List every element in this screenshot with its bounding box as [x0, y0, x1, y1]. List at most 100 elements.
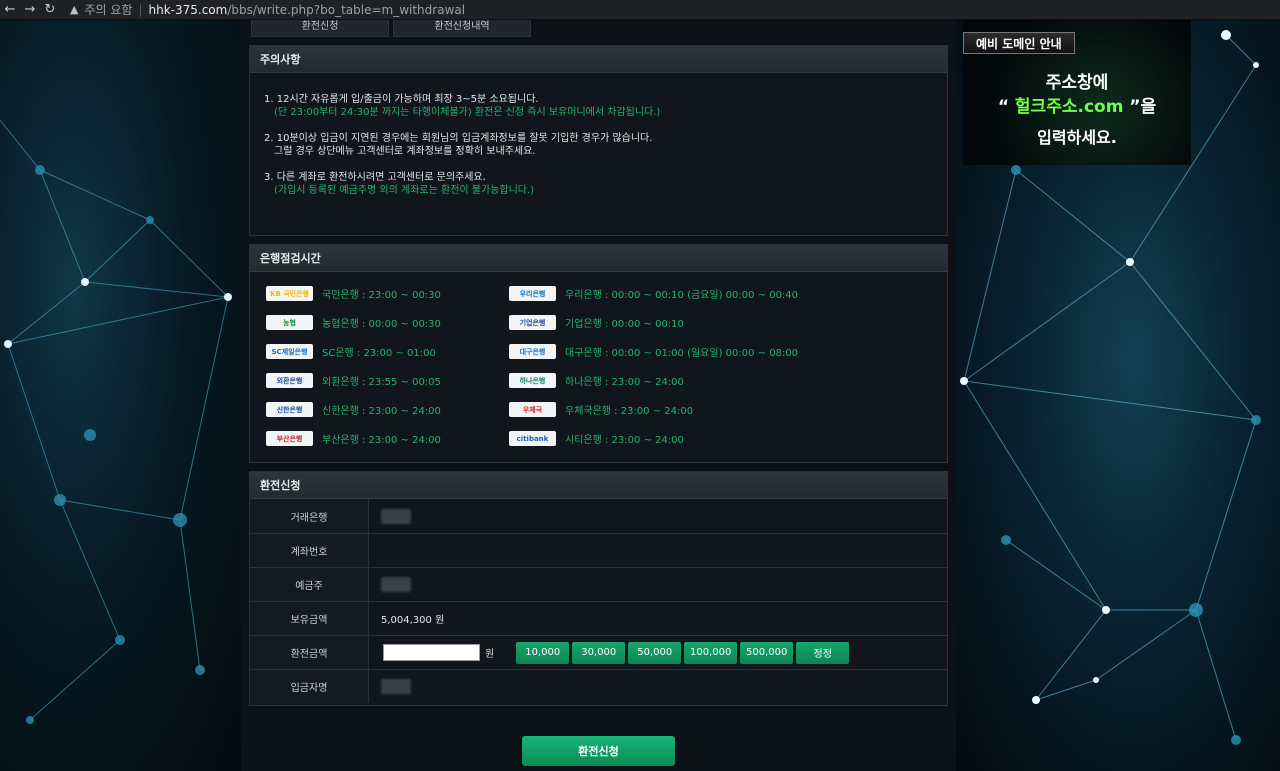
bank-hours: 하나은행 : 23:00 ~ 24:00 [565, 377, 684, 388]
bank-logo-icon: 농협 [266, 315, 313, 330]
form-row-depositor: 입금자명 [250, 669, 947, 703]
bank-row: 부산은행 부산은행 : 23:00 ~ 24:00 [266, 431, 441, 446]
bank-row: citibank 시티은행 : 23:00 ~ 24:00 [509, 431, 684, 446]
bank-logo-icon: 기업은행 [509, 315, 556, 330]
won-unit: 원 [485, 649, 495, 660]
form-row-holder: 예금주 [250, 567, 947, 601]
bank-logo-icon: 대구은행 [509, 344, 556, 359]
address-separator: | [138, 2, 143, 17]
bank-hours: 대구은행 : 00:00 ~ 01:00 (일요일) 00:00 ~ 08:00 [565, 348, 799, 359]
bank-hours: 부산은행 : 23:00 ~ 24:00 [322, 435, 441, 446]
banner-line-3: 입력하세요. [1037, 128, 1117, 147]
form-row-balance: 보유금액 5,004,300 원 [250, 601, 947, 635]
bank-row: 기업은행 기업은행 : 00:00 ~ 00:10 [509, 315, 684, 330]
banner-line-2: “ 헐크주소.com ”을 [963, 92, 1191, 117]
bank-logo-icon: SC제일은행 [266, 344, 313, 359]
masked-holder-name [381, 577, 411, 592]
bank-hours: 우리은행 : 00:00 ~ 00:10 (금요일) 00:00 ~ 00:40 [565, 290, 799, 301]
form-row-bank: 거래은행 [250, 499, 947, 533]
notice-item: 3. 다른 계좌로 환전하시려면 고객센터로 문의주세요. (가입시 등록된 예… [264, 171, 947, 197]
url-field[interactable]: hhk-375.com/bbs/write.php?bo_table=m_wit… [149, 3, 466, 17]
masked-bank-name [381, 508, 411, 524]
bank-logo-icon: 하나은행 [509, 373, 556, 388]
back-arrow-icon[interactable]: ← [0, 2, 20, 17]
banner-quote-open: “ [997, 97, 1015, 117]
tab-withdraw-history[interactable]: 환전신청내역 [393, 20, 531, 37]
reload-icon[interactable]: ↻ [40, 2, 60, 17]
banner-tag: 예비 도메인 안내 [963, 32, 1075, 54]
security-indicator[interactable]: ▲ 주의 요함 [70, 1, 132, 18]
notice-body: 1. 12시간 자유롭게 입/출금이 가능하며 최장 3~5분 소요됩니다. (… [250, 73, 947, 197]
masked-depositor-name [381, 679, 411, 694]
bank-logo-icon: 부산은행 [266, 431, 313, 446]
bank-row: 신한은행 신한은행 : 23:00 ~ 24:00 [266, 402, 441, 417]
notice-line: 2. 10분이상 입금이 지연된 경우에는 회원님의 입금계좌정보를 잘못 기입… [264, 133, 653, 144]
warning-icon: ▲ [70, 3, 79, 16]
domain-notice-banner[interactable]: 예비 도메인 안내 주소창에 “ 헐크주소.com ”을 입력하세요. [963, 20, 1191, 165]
url-path: /bbs/write.php?bo_table=m_withdrawal [227, 2, 466, 17]
amount-500000-button[interactable]: 500,000 [740, 641, 794, 664]
form-row-account: 계좌번호 [250, 533, 947, 567]
notice-sub: (가입시 등록된 예금주명 외의 계좌로는 환전이 불가능합니다.) [274, 185, 535, 196]
forward-arrow-icon[interactable]: → [20, 2, 40, 17]
balance-value: 5,004,300 원 [381, 615, 445, 626]
label-balance: 보유금액 [250, 602, 369, 635]
bank-logo-icon: 신한은행 [266, 402, 313, 417]
amount-reset-button[interactable]: 정정 [796, 641, 850, 664]
notice-line: 3. 다른 계좌로 환전하시려면 고객센터로 문의주세요. [264, 172, 486, 183]
browser-address-bar: ← → ↻ ▲ 주의 요함 | hhk-375.com/bbs/write.ph… [0, 0, 1280, 20]
bank-logo-icon: KB 국민은행 [266, 286, 313, 301]
value-holder [369, 568, 947, 601]
url-domain: hhk-375.com [148, 2, 228, 17]
tab-withdraw-request[interactable]: 환전신청 [251, 20, 389, 37]
bank-hours: SC은행 : 23:00 ~ 01:00 [322, 348, 436, 359]
value-depositor [369, 670, 947, 703]
bank-hours: 기업은행 : 00:00 ~ 00:10 [565, 319, 684, 330]
notice-item: 2. 10분이상 입금이 지연된 경우에는 회원님의 입금계좌정보를 잘못 기입… [264, 132, 947, 158]
amount-50000-button[interactable]: 50,000 [628, 641, 682, 664]
notice-panel: 주의사항 1. 12시간 자유롭게 입/출금이 가능하며 최장 3~5분 소요됩… [249, 45, 948, 236]
bank-hours: 농협은행 : 00:00 ~ 00:30 [322, 319, 441, 330]
submit-withdraw-button[interactable]: 환전신청 [522, 736, 675, 766]
bank-hours: 우체국은행 : 23:00 ~ 24:00 [565, 406, 694, 417]
amount-30000-button[interactable]: 30,000 [572, 641, 626, 664]
amount-100000-button[interactable]: 100,000 [684, 641, 738, 664]
banner-line-1: 주소창에 [1045, 73, 1109, 93]
value-account [369, 534, 947, 567]
label-account: 계좌번호 [250, 534, 369, 567]
notice-item: 1. 12시간 자유롭게 입/출금이 가능하며 최장 3~5분 소요됩니다. (… [264, 93, 947, 119]
banner-quote-close: ”을 [1123, 97, 1157, 117]
value-bank [369, 499, 947, 533]
notice-line-2: 그럴 경우 상단메뉴 고객센터로 계좌정보를 정확히 보내주세요. [274, 146, 536, 157]
amount-10000-button[interactable]: 10,000 [516, 641, 570, 664]
bank-row: 우리은행 우리은행 : 00:00 ~ 00:10 (금요일) 00:00 ~ 0… [509, 286, 798, 301]
bank-row: 농협 농협은행 : 00:00 ~ 00:30 [266, 315, 441, 330]
notice-line: 1. 12시간 자유롭게 입/출금이 가능하며 최장 3~5분 소요됩니다. [264, 94, 539, 105]
amount-input[interactable] [383, 644, 480, 661]
label-depositor: 입금자명 [250, 670, 369, 703]
bank-hours: 국민은행 : 23:00 ~ 00:30 [322, 290, 441, 301]
bank-logo-icon: citibank [509, 431, 556, 446]
form-row-amount: 환전금액 원 10,000 30,000 50,000 100,000 500,… [250, 635, 947, 669]
bank-row: 외환은행 외환은행 : 23:55 ~ 00:05 [266, 373, 441, 388]
bank-hours: 시티은행 : 23:00 ~ 24:00 [565, 435, 684, 446]
withdraw-form: 거래은행 계좌번호 예금주 보유금액 5,004,300 원 환전금액 원 10… [250, 499, 947, 703]
bank-row: SC제일은행 SC은행 : 23:00 ~ 01:00 [266, 344, 436, 359]
notice-sub: (단 23:00부터 24:30분 까지는 타행이체불가) 환전은 신청 즉시 … [274, 107, 661, 118]
bank-row: 대구은행 대구은행 : 00:00 ~ 01:00 (일요일) 00:00 ~ 0… [509, 344, 798, 359]
bank-logo-icon: 외환은행 [266, 373, 313, 388]
value-amount: 원 10,000 30,000 50,000 100,000 500,000 정… [369, 636, 947, 669]
bank-maintenance-panel: 은행점검시간 KB 국민은행 국민은행 : 23:00 ~ 00:30 농협 농협은행… [249, 244, 948, 463]
withdraw-form-title: 환전신청 [250, 472, 947, 499]
withdraw-form-panel: 환전신청 거래은행 계좌번호 예금주 보유금액 5,004,300 원 환전금액 [249, 471, 948, 706]
bank-hours: 외환은행 : 23:55 ~ 00:05 [322, 377, 441, 388]
bank-grid: KB 국민은행 국민은행 : 23:00 ~ 00:30 농협 농협은행 : 00:0… [250, 272, 947, 461]
bank-row: 하나은행 하나은행 : 23:00 ~ 24:00 [509, 373, 684, 388]
label-amount: 환전금액 [250, 636, 369, 669]
main-content: 환전신청 환전신청내역 주의사항 1. 12시간 자유롭게 입/출금이 가능하며… [241, 20, 956, 771]
security-label: 주의 요함 [84, 3, 133, 17]
label-bank: 거래은행 [250, 499, 369, 533]
label-holder: 예금주 [250, 568, 369, 601]
background-network-left [0, 20, 248, 771]
bank-hours: 신한은행 : 23:00 ~ 24:00 [322, 406, 441, 417]
